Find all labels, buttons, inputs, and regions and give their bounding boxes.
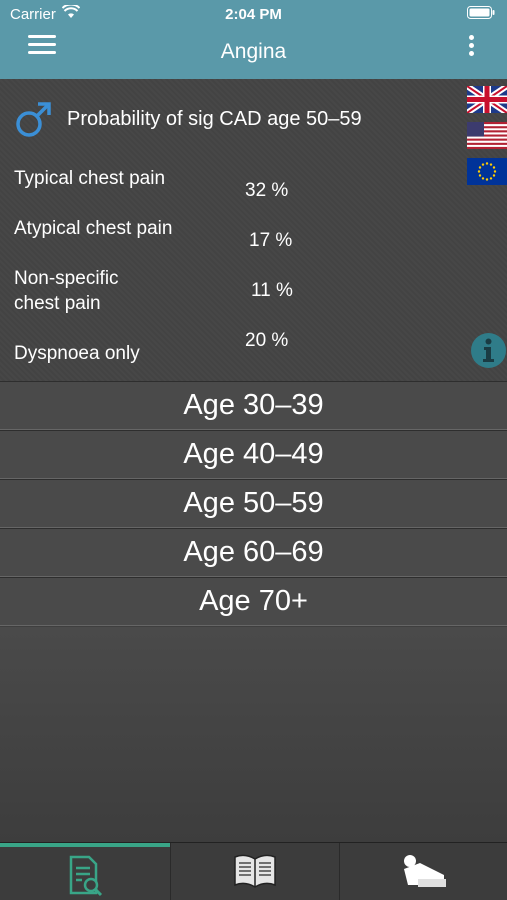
row-label-dyspnoea: Dyspnoea only [14, 343, 140, 364]
row-value-typical: 32 % [245, 180, 289, 201]
status-time: 2:04 PM [225, 6, 282, 23]
navigation-bar: Carrier 2:04 PM Angina [0, 0, 507, 79]
row-value-atypical: 17 % [249, 230, 293, 251]
tab-patient[interactable] [339, 843, 507, 900]
more-vertical-icon[interactable] [467, 35, 475, 59]
tab-reference[interactable] [170, 843, 339, 900]
us-flag-icon[interactable] [467, 122, 507, 149]
age-option-60-69[interactable]: Age 60–69 [0, 528, 507, 577]
info-icon[interactable] [470, 332, 507, 369]
age-option-70-plus[interactable]: Age 70+ [0, 577, 507, 626]
male-symbol-icon [16, 102, 51, 137]
eu-flag-icon[interactable] [467, 158, 507, 185]
battery-icon [467, 6, 495, 23]
uk-flag-icon[interactable] [467, 86, 507, 113]
results-panel: Probability of sig CAD age 50–59 Typical… [0, 79, 507, 381]
age-option-30-39[interactable]: Age 30–39 [0, 381, 507, 430]
open-book-icon [234, 854, 276, 888]
language-flags [467, 86, 507, 194]
row-label-typical: Typical chest pain [14, 168, 166, 189]
results-header: Probability of sig CAD age 50–59 [14, 99, 454, 139]
row-label-nonspecific-line2: chest pain [14, 293, 101, 314]
row-value-nonspecific: 11 % [251, 280, 293, 301]
page-title: Angina [220, 40, 287, 63]
patient-bed-icon [403, 855, 446, 887]
tab-calculator[interactable] [0, 843, 170, 900]
age-option-50-59[interactable]: Age 50–59 [0, 479, 507, 528]
document-search-icon [69, 855, 103, 897]
row-label-nonspecific: Non-specific [14, 268, 119, 289]
row-value-dyspnoea: 20 % [245, 330, 289, 351]
empty-area [0, 627, 507, 842]
results-title: Probability of sig CAD age 50–59 [67, 108, 362, 130]
tab-bar [0, 842, 507, 900]
age-list: Age 30–39 Age 40–49 Age 50–59 Age 60–69 … [0, 381, 507, 626]
row-label-atypical: Atypical chest pain [14, 218, 173, 239]
status-bar: Carrier 2:04 PM [0, 0, 507, 30]
age-option-40-49[interactable]: Age 40–49 [0, 430, 507, 479]
